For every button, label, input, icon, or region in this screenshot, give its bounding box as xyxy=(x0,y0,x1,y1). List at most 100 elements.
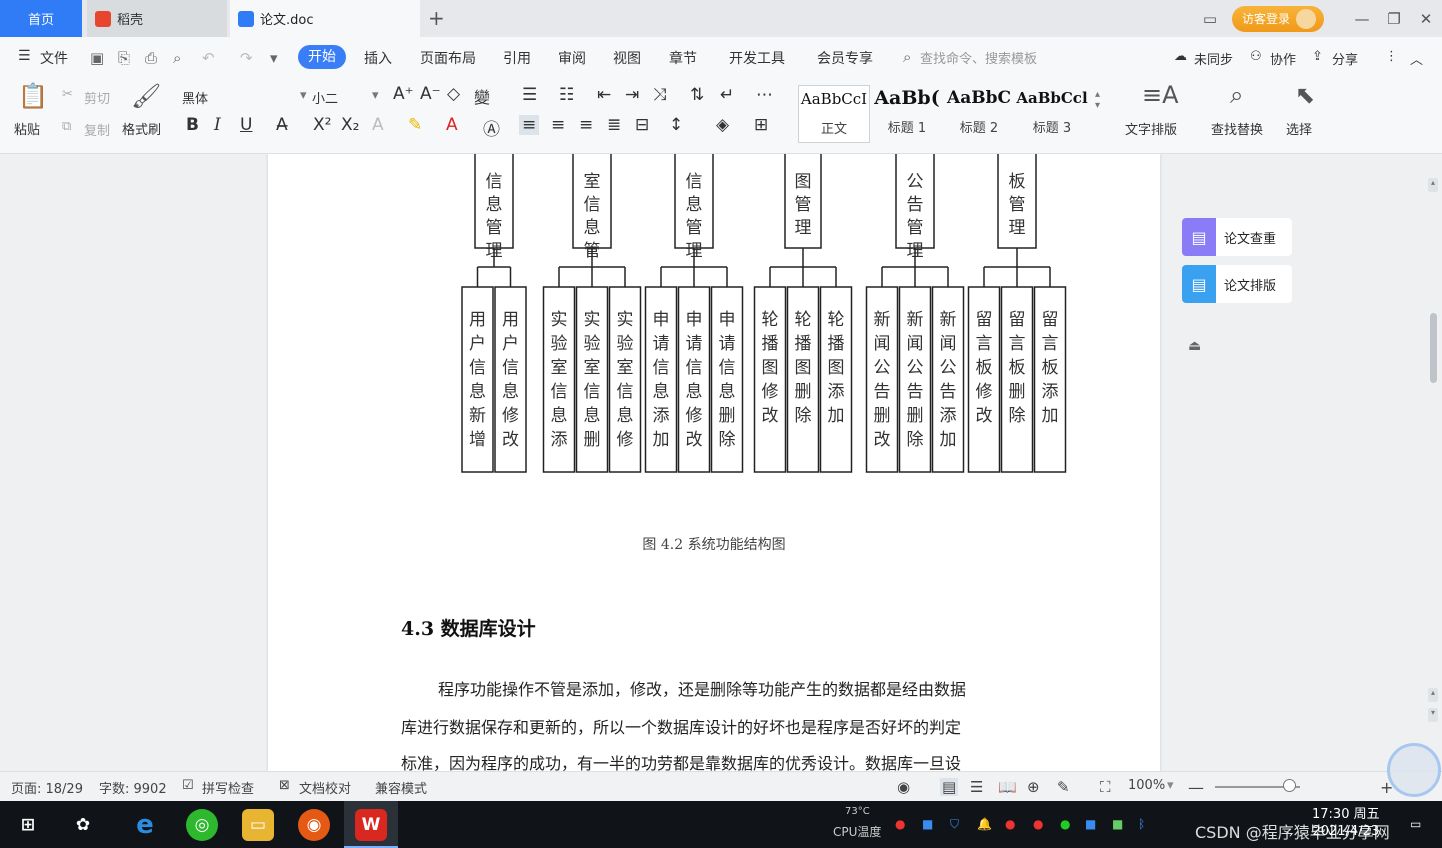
distribute-icon[interactable]: ⊟ xyxy=(635,115,649,135)
paste-button[interactable]: 粘贴 xyxy=(14,119,40,138)
floating-assistant-icon[interactable] xyxy=(1387,743,1441,797)
menu-page-layout[interactable]: 页面布局 xyxy=(420,48,476,68)
eye-protect-icon[interactable]: ◉ xyxy=(897,778,910,796)
close-icon[interactable]: ✕ xyxy=(1410,10,1442,28)
tray-icon[interactable]: ■ xyxy=(1085,817,1096,831)
preview-icon[interactable]: ⌕ xyxy=(173,49,181,67)
bell-icon[interactable]: 🔔 xyxy=(977,817,992,831)
chinese-layout-icon[interactable]: ⤨ xyxy=(653,85,667,105)
decrease-indent-icon[interactable]: ⇤ xyxy=(597,85,611,105)
zoom-out-icon[interactable]: — xyxy=(1188,778,1204,797)
app-icon[interactable]: ✿ xyxy=(67,809,99,841)
paper-layout-button[interactable]: ▤ 论文排版 xyxy=(1182,265,1292,303)
reading-view-icon[interactable]: 📖 xyxy=(998,778,1017,796)
windows-start-icon[interactable]: ⊞ xyxy=(12,809,44,841)
align-right-icon[interactable]: ≡ xyxy=(579,115,593,135)
bullet-list-icon[interactable]: ☰ xyxy=(522,85,537,105)
document-page[interactable]: 信息管理用户信息新增用户信息修改室信息管实验室信息添实验室信息删实验室信息修信息… xyxy=(268,154,1160,771)
save-icon[interactable]: ▣ xyxy=(90,49,104,67)
shrink-font-icon[interactable]: A⁻ xyxy=(420,84,441,104)
prev-page-icon[interactable]: ▴ xyxy=(1428,688,1438,702)
collab-button[interactable]: 协作 xyxy=(1270,49,1296,68)
line-spacing-icon[interactable]: ↕ xyxy=(669,115,683,135)
style-heading-3[interactable]: AaBbCcl 标题 3 xyxy=(1016,85,1088,143)
proofread-button[interactable]: 文档校对 xyxy=(299,778,351,797)
increase-indent-icon[interactable]: ⇥ xyxy=(625,85,639,105)
char-border-icon[interactable]: Ⓐ xyxy=(483,115,500,140)
login-button[interactable]: 访客登录 xyxy=(1231,5,1324,32)
format-painter-button[interactable]: 格式刷 xyxy=(122,119,161,138)
sort-icon[interactable]: ⇅ xyxy=(690,85,704,105)
undo-icon[interactable]: ↶ xyxy=(202,49,215,67)
scroll-up-icon[interactable]: ▴ xyxy=(1428,178,1438,192)
shading-icon[interactable]: ◈ xyxy=(716,115,729,135)
vertical-scrollbar[interactable]: ▴ ▴ ▾ xyxy=(1426,158,1440,771)
collapse-panel-icon[interactable]: ⏏ xyxy=(1188,338,1201,354)
chevron-down-icon[interactable]: ▾ xyxy=(270,49,278,67)
copy-icon[interactable]: ⧉ xyxy=(62,119,71,134)
menu-file[interactable]: 文件 xyxy=(40,48,68,68)
phonetic-icon[interactable]: 變 xyxy=(474,84,490,108)
align-center-icon[interactable]: ≡ xyxy=(551,115,565,135)
more-icon[interactable]: ⋮ xyxy=(1385,49,1398,64)
tab-document[interactable]: 论文.doc xyxy=(230,0,420,37)
wps-taskbar-item[interactable]: W xyxy=(344,801,398,848)
bluetooth-icon[interactable]: ᛒ xyxy=(1138,817,1145,831)
tray-icon[interactable]: ● xyxy=(1033,817,1043,831)
style-normal[interactable]: AaBbCcI 正文 xyxy=(798,85,870,143)
grow-font-icon[interactable]: A⁺ xyxy=(393,84,414,104)
align-left-icon[interactable]: ≡ xyxy=(519,115,540,135)
spell-check-button[interactable]: 拼写检查 xyxy=(202,778,254,797)
cut-icon[interactable]: ✂ xyxy=(62,87,73,102)
scroll-thumb[interactable] xyxy=(1430,313,1437,383)
menu-view[interactable]: 视图 xyxy=(613,48,641,68)
table-lines-icon[interactable]: ⋯ xyxy=(756,85,773,105)
next-page-icon[interactable]: ▾ xyxy=(1428,708,1438,722)
menu-references[interactable]: 引用 xyxy=(503,48,531,68)
search-command-input[interactable]: 查找命令、搜索模板 xyxy=(920,48,1037,67)
strikethrough-icon[interactable]: A̶ xyxy=(276,115,288,135)
clear-format-icon[interactable]: ◇ xyxy=(447,84,460,104)
tray-icon[interactable]: ■ xyxy=(922,817,933,831)
tray-icon[interactable]: ● xyxy=(895,817,905,831)
web-view-icon[interactable]: ⊕ xyxy=(1027,778,1040,796)
text-layout-button[interactable]: 文字排版 xyxy=(1125,119,1177,138)
font-color-icon[interactable]: A xyxy=(446,115,458,135)
outline-view-icon[interactable]: ☰ xyxy=(970,778,983,796)
text-layout-icon[interactable]: ≡A xyxy=(1142,81,1179,109)
highlight-icon[interactable]: ✎ xyxy=(408,115,422,135)
chevron-down-icon[interactable]: ▾ xyxy=(372,88,379,103)
tray-icon[interactable]: ● xyxy=(1005,817,1015,831)
fit-page-icon[interactable]: ⛶ xyxy=(1100,778,1111,796)
select-cursor-icon[interactable]: ⬉ xyxy=(1295,81,1315,109)
document-area[interactable]: 信息管理用户信息新增用户信息修改室信息管实验室信息添实验室信息删实验室信息修信息… xyxy=(0,154,1442,771)
tab-home[interactable]: 首页 xyxy=(0,0,82,37)
font-name-select[interactable]: 黑体 xyxy=(182,88,208,107)
copy-button[interactable]: 复制 xyxy=(84,120,110,139)
sync-button[interactable]: 未同步 xyxy=(1194,49,1233,68)
paper-check-button[interactable]: ▤ 论文查重 xyxy=(1182,218,1292,256)
system-clock[interactable]: 17:30 周五 2021/4/23 xyxy=(1312,806,1380,840)
word-count[interactable]: 字数: 9902 xyxy=(99,778,167,797)
new-tab-icon[interactable]: + xyxy=(428,6,445,30)
menu-member[interactable]: 会员专享 xyxy=(817,48,873,68)
numbered-list-icon[interactable]: ☷ xyxy=(559,85,574,105)
page-indicator[interactable]: 页面: 18/29 xyxy=(11,778,83,797)
format-painter-icon[interactable]: 🖌 xyxy=(131,82,161,110)
app-icon[interactable]: ◉ xyxy=(298,809,330,841)
menu-insert[interactable]: 插入 xyxy=(364,48,392,68)
bold-icon[interactable]: B xyxy=(186,115,199,135)
borders-icon[interactable]: ⊞ xyxy=(754,115,768,135)
find-replace-button[interactable]: 查找替换 xyxy=(1211,119,1263,138)
select-button[interactable]: 选择 xyxy=(1286,119,1312,138)
styles-more-icon[interactable]: ▴ ▾ xyxy=(1095,89,1100,111)
redo-icon[interactable]: ↷ xyxy=(240,49,253,67)
hamburger-icon[interactable]: ☰ xyxy=(18,48,31,64)
share-button[interactable]: 分享 xyxy=(1332,49,1358,68)
notification-icon[interactable]: ▭ xyxy=(1410,817,1421,831)
text-effect-icon[interactable]: A xyxy=(372,115,384,135)
style-heading-1[interactable]: AaBb( 标题 1 xyxy=(871,85,943,143)
find-replace-icon[interactable]: ⌕ xyxy=(1230,81,1243,109)
collapse-ribbon-icon[interactable]: ︿ xyxy=(1410,49,1423,68)
restore-icon[interactable]: ❐ xyxy=(1378,10,1410,28)
